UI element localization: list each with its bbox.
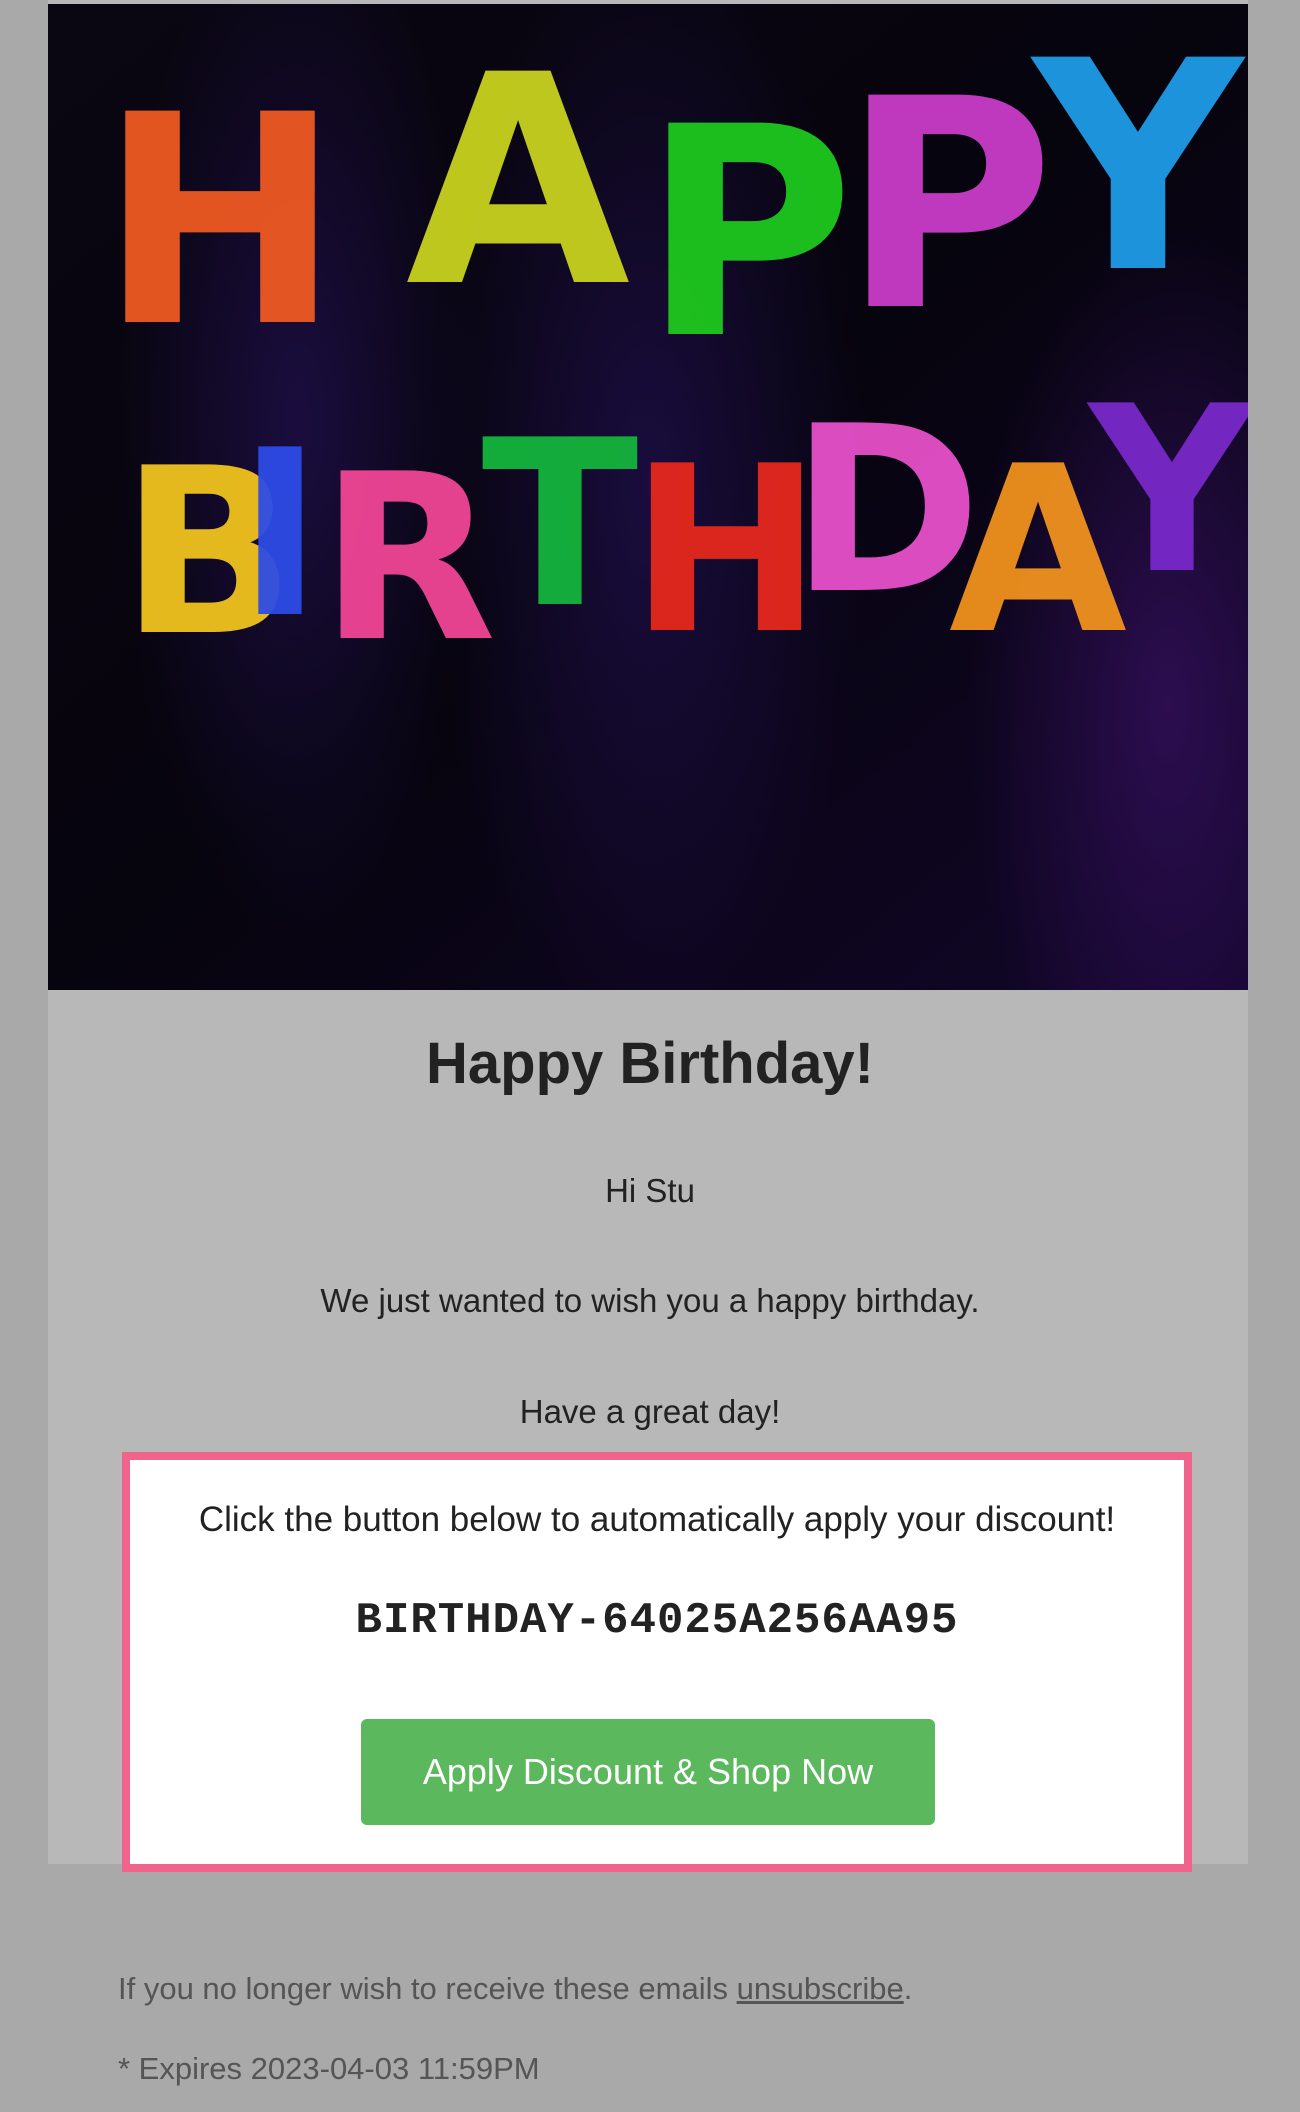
banner-letter: P xyxy=(642,66,855,403)
banner-letter: Y xyxy=(1086,358,1248,625)
unsubscribe-line: If you no longer wish to receive these e… xyxy=(118,1971,912,2007)
unsubscribe-suffix: . xyxy=(903,1971,913,2006)
unsubscribe-link[interactable]: unsubscribe xyxy=(737,1971,904,2006)
greeting-text: Hi Stu xyxy=(605,1172,695,1209)
email-headline: Happy Birthday! xyxy=(426,1031,874,1096)
birthday-banner-image: HAPPY BIRTHDAY xyxy=(48,4,1248,990)
birthday-banner-art: H A PPY BIRTHDAY xyxy=(48,4,1248,990)
discount-intro-text: Click the button below to automatically … xyxy=(198,1500,1116,1539)
banner-letter: H xyxy=(99,54,342,391)
banner-letter: I xyxy=(237,402,323,669)
banner-letter: R xyxy=(319,426,496,693)
banner-letter: Y xyxy=(1028,4,1246,337)
banner-letter: P xyxy=(842,38,1055,375)
discount-code: BIRTHDAY-64025A256AA95 xyxy=(355,1596,959,1646)
expiry-text: * Expires 2023-04-03 11:59PM xyxy=(118,2051,540,2086)
message-text: We just wanted to wish you a happy birth… xyxy=(320,1282,980,1319)
apply-discount-button[interactable]: Apply Discount & Shop Now xyxy=(361,1719,935,1825)
banner-letter: T xyxy=(482,392,639,659)
discount-box: Click the button below to automatically … xyxy=(122,1452,1192,1872)
unsubscribe-prefix: If you no longer wish to receive these e… xyxy=(118,1971,737,2006)
banner-letter: A xyxy=(406,14,633,351)
closing-text: Have a great day! xyxy=(519,1393,781,1430)
